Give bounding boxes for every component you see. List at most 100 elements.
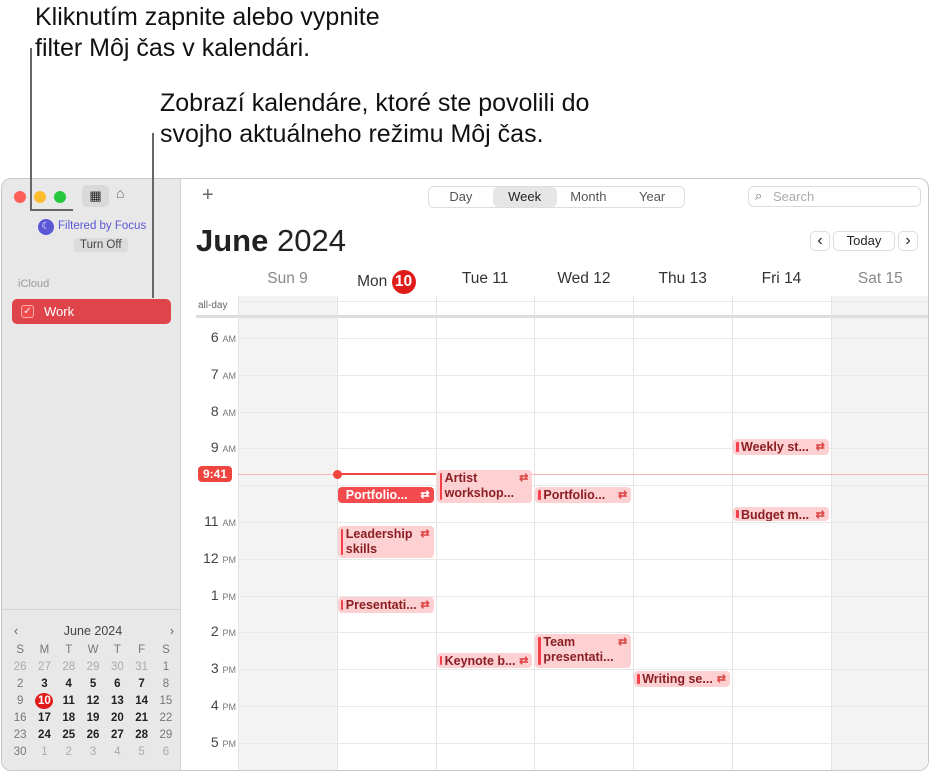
weekday-label: T [113, 644, 121, 656]
mini-day[interactable]: 2 [8, 676, 32, 692]
mini-day[interactable]: 17 [32, 710, 56, 726]
calendar-event[interactable]: Presentati... ⇄ [337, 597, 434, 613]
tab-month[interactable]: Month [557, 187, 621, 207]
mini-day[interactable]: 28 [57, 659, 81, 675]
calendar-item-work[interactable]: ✓ Work [12, 299, 171, 324]
mini-day[interactable]: 28 [129, 727, 153, 743]
mini-day[interactable]: 29 [81, 659, 105, 675]
calendar-event[interactable]: Portfolio... ⇄ [535, 487, 632, 503]
mini-day[interactable]: 26 [8, 659, 32, 675]
mini-day[interactable]: 30 [105, 659, 129, 675]
mini-day[interactable]: 6 [105, 676, 129, 692]
mini-day[interactable]: 13 [105, 693, 129, 709]
minimize-button[interactable] [34, 191, 46, 203]
current-time-dot [332, 469, 342, 479]
mini-day[interactable]: 1 [32, 744, 56, 760]
calendar-label: Work [44, 304, 75, 319]
mini-day[interactable]: 9 [8, 693, 32, 709]
mini-day[interactable]: 5 [81, 676, 105, 692]
mini-day[interactable]: 27 [32, 659, 56, 675]
day-header[interactable]: Mon 10 [337, 270, 436, 294]
calendar-list-icon[interactable]: ▦ [82, 185, 109, 207]
calendar-event[interactable]: Team presentati... ⇄ [535, 634, 632, 669]
repeat-icon: ⇄ [716, 673, 726, 686]
event-title: Artist workshop... [444, 471, 515, 501]
mini-day[interactable]: 19 [81, 710, 105, 726]
hour-label: 7 AM [210, 365, 236, 382]
mini-day[interactable]: 27 [105, 727, 129, 743]
hour-label: 11 AM [204, 513, 236, 529]
day-header[interactable]: Wed 12 [534, 270, 633, 288]
day-header[interactable]: Tue 11 [436, 270, 535, 288]
calendar-event[interactable]: Portfolio... ⇄ [337, 487, 434, 503]
mini-day[interactable]: 29 [154, 727, 178, 743]
turn-off-button[interactable]: Turn Off [74, 238, 128, 252]
all-day-label: all-day [198, 300, 228, 311]
hour-label: 6 AM [210, 329, 236, 345]
calendar-window: ▦ ⌂ ☾ Filtered by Focus Turn Off iCloud … [1, 178, 929, 771]
next-week-button[interactable]: › [898, 231, 918, 251]
day-header[interactable]: Thu 13 [633, 270, 732, 288]
repeat-icon: ⇄ [519, 472, 529, 485]
event-title: Team presentati... [543, 635, 614, 665]
mini-day[interactable]: 22 [154, 710, 178, 726]
main-view: + Day Week Month Year ⌕ Search June 2024 ‹ T… [182, 179, 928, 770]
mini-day[interactable]: 20 [105, 710, 129, 726]
mini-day[interactable]: 30 [8, 744, 32, 760]
calendar-event[interactable]: Budget m... ⇄ [733, 507, 829, 521]
mini-day[interactable]: 25 [57, 727, 81, 743]
mini-day[interactable]: 24 [32, 727, 56, 743]
calendar-event[interactable]: Artist workshop... ⇄ [436, 470, 533, 503]
mini-day[interactable]: 1 [154, 659, 178, 675]
mini-day[interactable]: 11 [57, 693, 81, 709]
mini-day[interactable]: 4 [105, 744, 129, 760]
add-event-button[interactable]: + [202, 184, 214, 207]
mini-day[interactable]: 8 [154, 676, 178, 692]
day-header[interactable]: Sun 9 [238, 270, 337, 288]
mini-day[interactable]: 7 [129, 676, 153, 692]
tab-week[interactable]: Week [492, 187, 557, 207]
mini-day[interactable]: 15 [154, 693, 178, 709]
close-button[interactable] [14, 191, 26, 203]
day-header[interactable]: Fri 14 [732, 270, 831, 288]
mini-day[interactable]: 26 [81, 727, 105, 743]
tab-year[interactable]: Year [620, 187, 684, 207]
mini-day[interactable]: 10 [35, 693, 54, 709]
mini-day[interactable]: 3 [81, 744, 105, 760]
tab-day[interactable]: Day [429, 187, 493, 207]
mini-day[interactable]: 14 [129, 693, 153, 709]
calendar-event[interactable]: Weekly st... ⇄ [733, 439, 829, 455]
event-title: Leadership skills work... [345, 526, 413, 558]
mini-day[interactable]: 16 [8, 710, 32, 726]
mini-day[interactable]: 18 [57, 710, 81, 726]
zoom-button[interactable] [54, 191, 66, 203]
search-input[interactable]: ⌕ Search [748, 186, 921, 207]
mini-day[interactable]: 3 [32, 676, 56, 692]
mini-day[interactable]: 31 [129, 659, 153, 675]
mini-calendar: ‹ June 2024 › S M T W T F S 26 27 28 29 30 31 1 2 3 4 5 6 7… [8, 624, 178, 760]
prev-week-button[interactable]: ‹ [810, 231, 830, 251]
weekday-label: M [39, 644, 50, 656]
mini-day[interactable]: 6 [154, 744, 178, 760]
mini-day[interactable]: 2 [57, 744, 81, 760]
next-month-icon[interactable]: › [170, 624, 174, 638]
calendar-event[interactable]: Writing se... ⇄ [634, 671, 730, 687]
repeat-icon: ⇄ [519, 654, 529, 667]
hour-label: 8 AM [210, 402, 236, 419]
group-label: iCloud [18, 278, 50, 290]
mini-day[interactable]: 12 [81, 693, 105, 709]
checkbox-checked-icon[interactable]: ✓ [21, 305, 34, 318]
mini-day[interactable]: 23 [8, 727, 32, 743]
mini-day[interactable]: 21 [129, 710, 153, 726]
repeat-icon: ⇄ [420, 527, 430, 540]
calendar-event[interactable]: Leadership skills work... ⇄ [337, 525, 434, 558]
calendar-event[interactable]: Keynote b... ⇄ [436, 652, 533, 669]
mini-day[interactable]: 4 [57, 676, 81, 692]
day-header[interactable]: Sat 15 [831, 270, 928, 288]
today-button[interactable]: Today [833, 231, 895, 251]
hour-label: 12 PM [203, 549, 236, 566]
inbox-icon[interactable]: ⌂ [116, 185, 124, 201]
prev-month-icon[interactable]: ‹ [14, 624, 18, 638]
mini-day[interactable]: 5 [129, 744, 153, 760]
focus-filter-label: Filtered by Focus [58, 220, 147, 232]
